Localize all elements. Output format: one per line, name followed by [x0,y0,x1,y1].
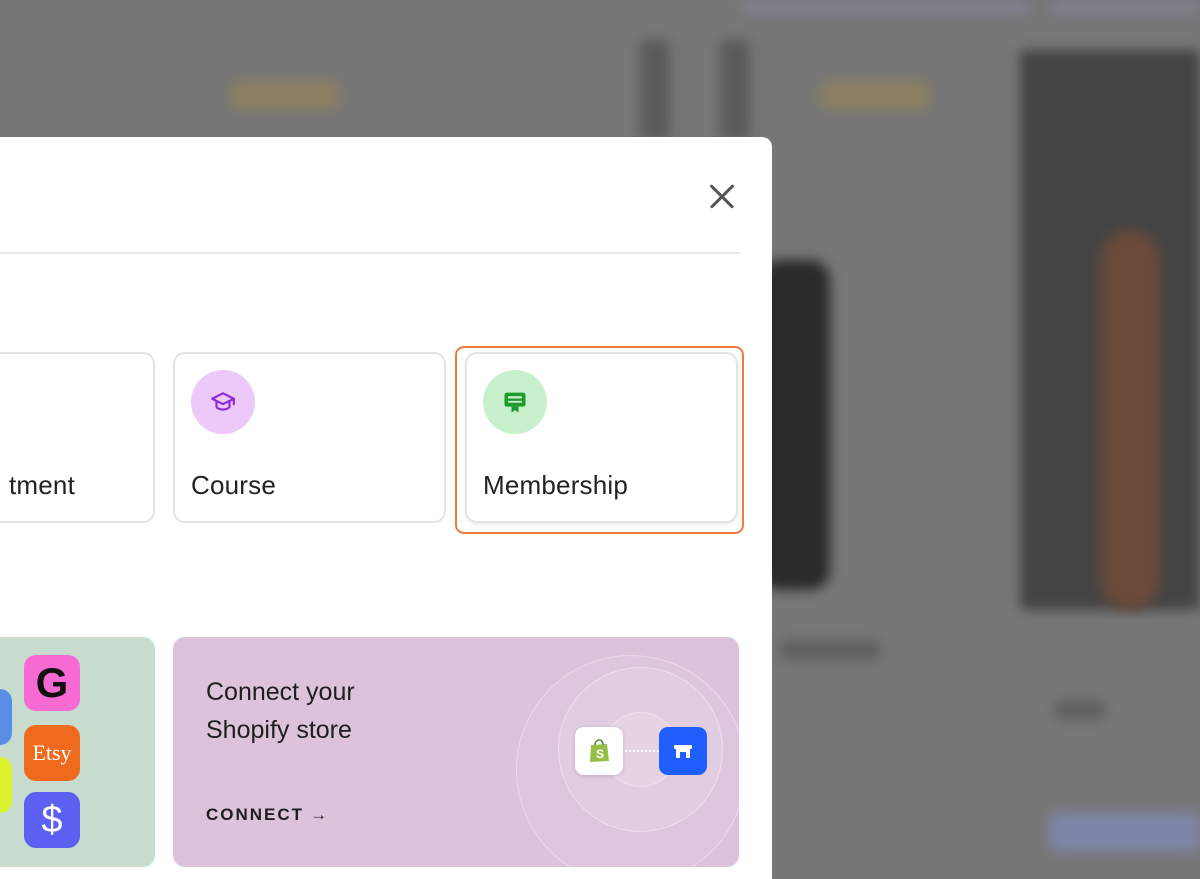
shopify-connect-title: Connect your Shopify store [206,678,355,744]
close-icon[interactable] [704,179,740,215]
appointment-card[interactable]: tment [0,352,155,523]
svg-text:S: S [596,747,604,761]
course-card[interactable]: Course [173,352,446,523]
product-type-modal: tment Course Membership G Etsy $ Connect… [0,137,772,879]
appointment-label: tment [8,470,75,500]
shopify-bag-icon: S [575,727,623,775]
connection-dots [625,750,659,752]
brand-s-logo: S [0,757,12,813]
arrow-right-icon: → [310,805,330,824]
shopify-connect-card[interactable]: Connect your Shopify store CONNECT → S [173,637,739,867]
marketplace-integrations-card[interactable]: G Etsy $ S [0,637,155,867]
dollar-logo: $ [24,792,80,848]
graduation-cap-icon [191,370,255,434]
tag-icon [0,689,12,745]
membership-card[interactable]: Membership [465,352,738,523]
membership-label: Membership [483,470,629,500]
connect-label: CONNECT [206,805,305,824]
header-divider [0,252,740,254]
course-label: Course [191,470,277,500]
membership-badge-icon [483,370,547,434]
connect-button[interactable]: CONNECT → [206,805,329,825]
etsy-logo: Etsy [24,725,80,781]
brand-g-logo: G [24,655,80,711]
storefront-icon [659,727,707,775]
